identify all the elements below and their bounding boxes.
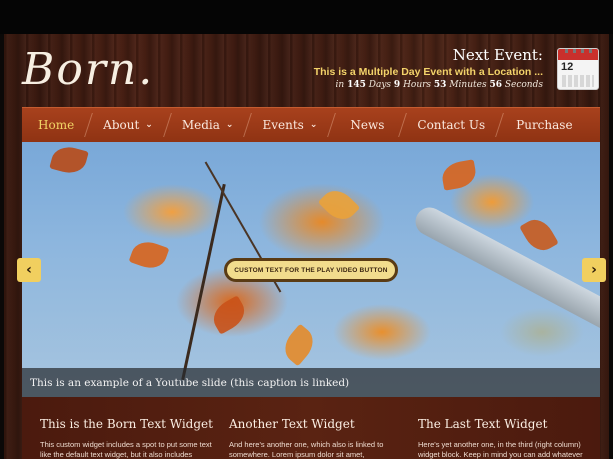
slide-caption-link[interactable]: This is an example of a Youtube slide (t… xyxy=(22,368,600,397)
countdown-hours: 9 xyxy=(393,80,401,90)
nav-item-contact-us[interactable]: Contact Us xyxy=(417,108,485,143)
text-widget-3: The Last Text Widget Here's yet another … xyxy=(418,417,590,459)
play-video-button[interactable]: CUSTOM TEXT FOR THE PLAY VIDEO BUTTON xyxy=(224,258,398,282)
slide-image-leaf xyxy=(278,323,320,367)
chevron-down-icon: ⌄ xyxy=(225,120,234,130)
nav-item-events[interactable]: Events ⌄ xyxy=(262,108,317,143)
nav-separator xyxy=(243,113,253,137)
nav-separator xyxy=(398,113,408,137)
nav-item-label: About xyxy=(103,118,140,132)
next-event-heading: Next Event: xyxy=(452,46,543,64)
text-widget-2: Another Text Widget And here's another o… xyxy=(229,417,401,459)
widget-text: And here's another one, which also is li… xyxy=(229,440,384,459)
slide-image-leaf xyxy=(207,295,251,335)
slide-image-leaf xyxy=(317,183,361,227)
widget-area: This is the Born Text Widget This custom… xyxy=(22,397,600,459)
chevron-down-icon: ⌄ xyxy=(145,120,153,130)
slide-image-leaf xyxy=(49,143,89,177)
countdown-seconds: 56 xyxy=(489,80,502,90)
countdown-hours-label: Hours xyxy=(403,80,432,90)
calendar-grid xyxy=(562,75,594,87)
widget-text: This custom widget includes a spot to pu… xyxy=(40,440,212,459)
event-countdown: in 145 Days 9 Hours 53 Minutes 56 Second… xyxy=(336,80,543,90)
slider-next-arrow[interactable]: › xyxy=(582,258,606,282)
calendar-icon[interactable]: 12 xyxy=(557,48,599,90)
chevron-down-icon: ⌄ xyxy=(309,120,318,130)
nav-item-purchase[interactable]: Purchase xyxy=(516,108,572,143)
nav-separator xyxy=(162,113,172,137)
calendar-day: 12 xyxy=(561,61,574,73)
next-event-title-link[interactable]: This is a Multiple Day Event with a Loca… xyxy=(314,66,543,78)
nav-separator xyxy=(84,113,94,137)
slide-image-leaf xyxy=(440,159,478,191)
chevron-right-icon: › xyxy=(591,262,597,278)
widget-title: The Last Text Widget xyxy=(418,417,548,431)
nav-item-media[interactable]: Media ⌄ xyxy=(182,108,234,143)
slide-image-branch xyxy=(410,202,600,350)
countdown-days-label: Days xyxy=(368,80,392,90)
nav-item-label: Home xyxy=(38,118,75,132)
countdown-seconds-label: Seconds xyxy=(504,80,543,90)
site-logo[interactable]: Born. xyxy=(22,44,154,95)
widget-title: Another Text Widget xyxy=(229,417,355,431)
nav-separator xyxy=(495,113,505,137)
text-widget-1: This is the Born Text Widget This custom… xyxy=(40,417,213,459)
slide-image-leaf xyxy=(519,213,559,257)
nav-item-label: Contact Us xyxy=(417,118,486,132)
nav-item-label: Purchase xyxy=(516,118,573,132)
slide-image-leaf xyxy=(128,236,170,274)
nav-item-label: Events xyxy=(262,118,304,132)
nav-separator xyxy=(327,113,337,137)
browser-top-bar xyxy=(0,0,613,34)
nav-item-label: Media xyxy=(181,118,220,132)
nav-item-news[interactable]: News xyxy=(350,108,384,143)
widget-text: Here's yet another one, in the third (ri… xyxy=(418,440,583,459)
calendar-rings xyxy=(565,49,593,53)
slide-image-twig xyxy=(181,183,226,381)
chevron-left-icon: ‹ xyxy=(26,262,32,278)
main-navigation: Home About ⌄ Media ⌄ Events ⌄ News Conta… xyxy=(22,107,600,142)
countdown-prefix: in xyxy=(335,80,345,90)
nav-item-home[interactable]: Home xyxy=(38,108,74,143)
nav-item-label: News xyxy=(350,118,385,132)
nav-item-about[interactable]: About ⌄ xyxy=(103,108,153,143)
widget-title: This is the Born Text Widget xyxy=(40,417,213,431)
countdown-minutes: 53 xyxy=(433,80,447,90)
slider-prev-arrow[interactable]: ‹ xyxy=(17,258,41,282)
countdown-minutes-label: Minutes xyxy=(449,80,487,90)
countdown-days: 145 xyxy=(347,80,366,90)
